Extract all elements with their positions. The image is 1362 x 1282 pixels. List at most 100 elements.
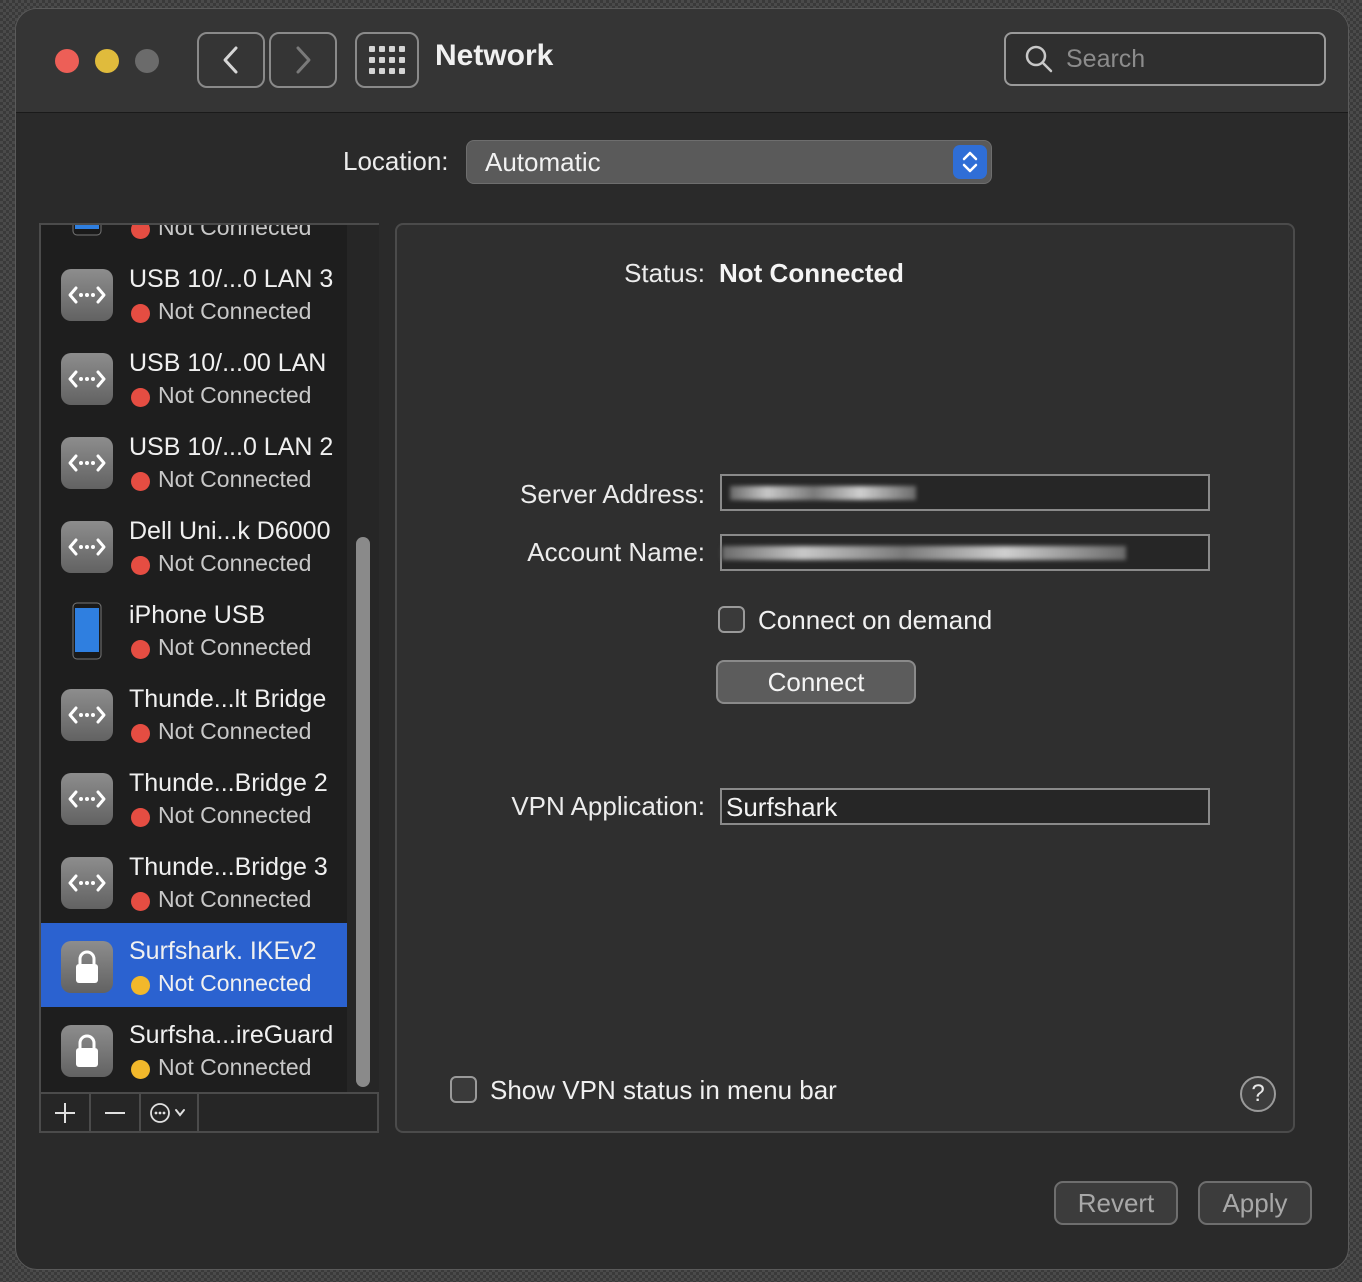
service-name: iPhone USB xyxy=(129,601,266,629)
lock-icon xyxy=(61,941,113,993)
status-dot xyxy=(131,556,150,575)
service-status: Not Connected xyxy=(158,718,312,744)
back-button[interactable] xyxy=(197,32,265,88)
redacted-value xyxy=(722,546,1126,560)
select-stepper-icon xyxy=(953,145,987,179)
minus-icon xyxy=(105,1111,125,1114)
service-status: Not Connected xyxy=(158,298,312,324)
ellipsis-circle-icon xyxy=(150,1102,185,1123)
status-dot xyxy=(131,304,150,323)
service-list-items: Not Connected USB 10/...0 LAN 3 Not Conne… xyxy=(41,225,347,1091)
help-button[interactable]: ? xyxy=(1240,1076,1276,1112)
service-status: Not Connected xyxy=(158,970,312,996)
window-title: Network xyxy=(435,39,554,72)
service-name: USB 10/...0 LAN 2 xyxy=(129,433,334,461)
vpn-application-label: VPN Application: xyxy=(511,791,705,821)
status-dot xyxy=(131,472,150,491)
minimize-window-button[interactable] xyxy=(95,49,119,73)
service-item-partial[interactable]: Not Connected xyxy=(41,225,347,251)
server-address-field[interactable] xyxy=(720,474,1210,511)
server-address-label: Server Address: xyxy=(520,479,705,509)
search-field[interactable]: Search xyxy=(1004,32,1326,86)
status-value: Not Connected xyxy=(719,258,904,288)
ethernet-icon xyxy=(61,353,113,405)
service-status: Not Connected xyxy=(158,886,312,912)
service-status: Not Connected xyxy=(158,382,312,408)
status-dot xyxy=(131,388,150,407)
grid-icon xyxy=(369,46,405,74)
chevron-right-icon xyxy=(296,46,311,74)
service-name: Thunde...Bridge 3 xyxy=(129,853,328,881)
chevron-left-icon xyxy=(223,46,238,74)
plus-icon xyxy=(55,1102,75,1123)
add-service-button[interactable] xyxy=(41,1094,91,1131)
title-bar: Network Search xyxy=(16,9,1348,113)
show-vpn-status-label: Show VPN status in menu bar xyxy=(490,1075,837,1105)
service-item[interactable]: iPhone USB Not Connected xyxy=(41,587,347,671)
service-item[interactable]: USB 10/...0 LAN 2 Not Connected xyxy=(41,419,347,503)
service-item[interactable]: Surfsha...ireGuard Not Connected xyxy=(41,1007,347,1091)
status-dot xyxy=(131,808,150,827)
zoom-window-button[interactable] xyxy=(135,49,159,73)
ethernet-icon xyxy=(61,521,113,573)
service-status: Not Connected xyxy=(158,634,312,660)
status-dot xyxy=(131,976,150,995)
service-item[interactable]: Thunde...Bridge 2 Not Connected xyxy=(41,755,347,839)
service-status: Not Connected xyxy=(158,466,312,492)
service-name: Thunde...lt Bridge xyxy=(129,685,327,713)
account-name-label: Account Name: xyxy=(527,537,705,567)
service-status: Not Connected xyxy=(158,550,312,576)
connect-on-demand-label: Connect on demand xyxy=(758,605,993,635)
service-name: Surfsha...ireGuard xyxy=(129,1021,334,1049)
service-item[interactable]: Surfshark. IKEv2 Not Connected xyxy=(41,923,347,1007)
forward-button[interactable] xyxy=(269,32,337,88)
ethernet-icon xyxy=(61,857,113,909)
ethernet-icon xyxy=(61,773,113,825)
service-status: Not Connected xyxy=(158,225,312,240)
service-item[interactable]: Thunde...lt Bridge Not Connected xyxy=(41,671,347,755)
service-name: Thunde...Bridge 2 xyxy=(129,769,328,797)
lock-icon xyxy=(61,1025,113,1077)
action-menu-button[interactable] xyxy=(141,1094,199,1131)
service-item[interactable]: USB 10/...0 LAN 3 Not Connected xyxy=(41,251,347,335)
connect-on-demand-checkbox[interactable] xyxy=(718,606,745,633)
status-dot xyxy=(131,225,150,239)
service-name: Surfshark. IKEv2 xyxy=(129,937,317,965)
service-item[interactable]: Thunde...Bridge 3 Not Connected xyxy=(41,839,347,923)
close-window-button[interactable] xyxy=(55,49,79,73)
ethernet-icon xyxy=(61,269,113,321)
vpn-application-field[interactable]: Surfshark xyxy=(720,788,1210,825)
ethernet-icon xyxy=(61,437,113,489)
connect-button[interactable]: Connect xyxy=(716,660,916,704)
show-vpn-status-checkbox[interactable] xyxy=(450,1076,477,1103)
revert-button[interactable]: Revert xyxy=(1054,1181,1178,1225)
status-label: Status: xyxy=(624,258,705,288)
apply-button[interactable]: Apply xyxy=(1198,1181,1312,1225)
service-list[interactable]: Not Connected USB 10/...0 LAN 3 Not Conne… xyxy=(41,225,347,1092)
iphone-icon xyxy=(61,225,113,237)
service-detail-panel: Status: Not Connected Server Address: Ac… xyxy=(395,223,1295,1133)
status-dot xyxy=(131,640,150,659)
ethernet-icon xyxy=(61,689,113,741)
status-dot xyxy=(131,724,150,743)
service-list-panel: Not Connected USB 10/...0 LAN 3 Not Conne… xyxy=(39,223,379,1133)
redacted-value xyxy=(730,486,916,500)
service-item[interactable]: Dell Uni...k D6000 Not Connected xyxy=(41,503,347,587)
service-status: Not Connected xyxy=(158,802,312,828)
search-icon xyxy=(1025,45,1053,73)
location-label: Location: xyxy=(343,146,449,176)
service-name: USB 10/...0 LAN 3 xyxy=(129,265,334,293)
service-status: Not Connected xyxy=(158,1054,312,1080)
location-value: Automatic xyxy=(485,147,601,177)
service-item[interactable]: USB 10/...00 LAN Not Connected xyxy=(41,335,347,419)
search-placeholder: Search xyxy=(1066,44,1146,73)
scrollbar-thumb[interactable] xyxy=(356,537,370,1087)
remove-service-button[interactable] xyxy=(91,1094,141,1131)
show-all-button[interactable] xyxy=(355,32,419,88)
account-name-field[interactable] xyxy=(720,534,1210,571)
service-list-toolbar xyxy=(41,1092,377,1131)
service-name: USB 10/...00 LAN xyxy=(129,349,327,377)
status-dot xyxy=(131,1060,150,1079)
location-select[interactable]: Automatic xyxy=(466,140,992,184)
service-name: Dell Uni...k D6000 xyxy=(129,517,331,545)
